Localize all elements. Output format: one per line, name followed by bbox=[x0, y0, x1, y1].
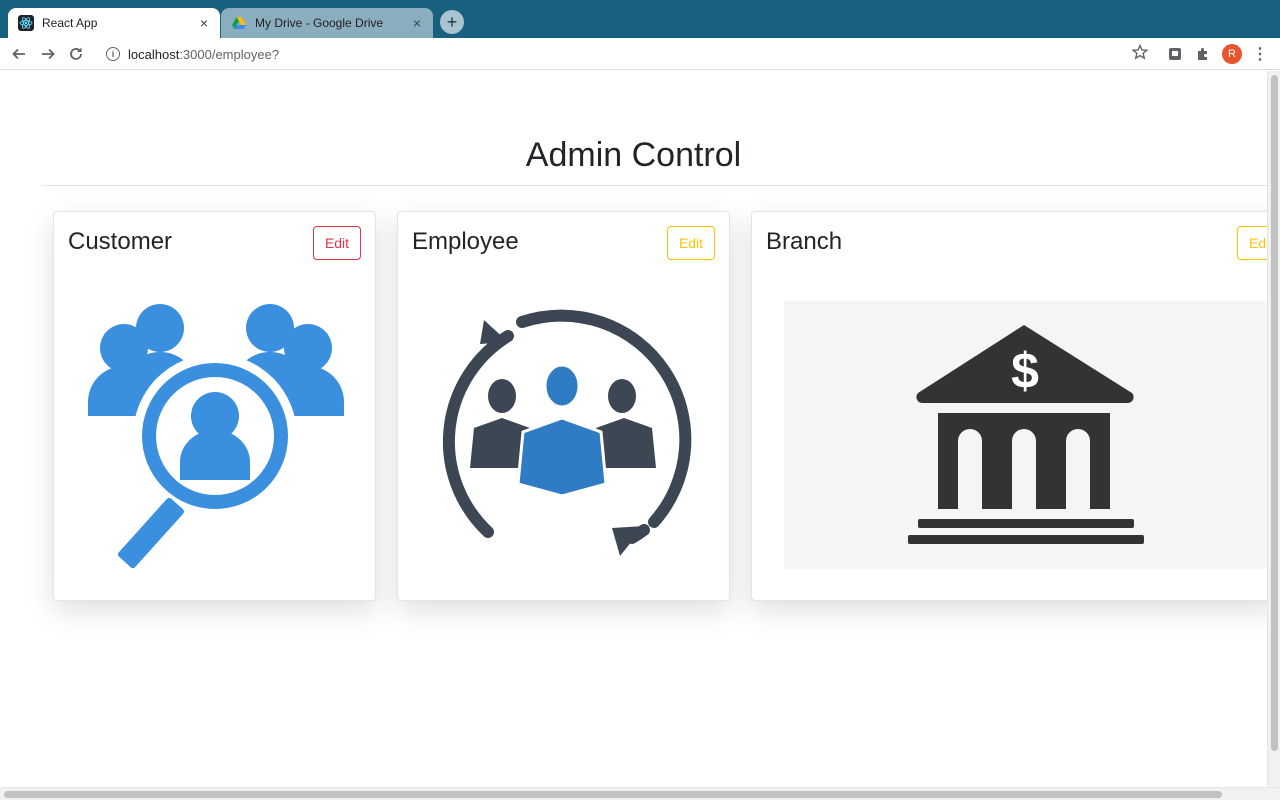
horizontal-scroll-thumb[interactable] bbox=[4, 791, 1222, 798]
extension-box-icon[interactable] bbox=[1166, 45, 1184, 63]
url-host: localhost bbox=[128, 46, 180, 62]
google-drive-icon bbox=[231, 15, 247, 31]
extensions-puzzle-icon[interactable] bbox=[1194, 45, 1212, 63]
tab-title: My Drive - Google Drive bbox=[255, 16, 384, 30]
avatar[interactable]: R bbox=[1222, 44, 1242, 64]
customer-search-icon bbox=[88, 304, 344, 569]
customer-card: Customer Edit bbox=[53, 211, 376, 601]
back-arrow-icon[interactable] bbox=[9, 44, 29, 64]
url-path: :3000/employee? bbox=[179, 46, 280, 62]
close-icon[interactable]: × bbox=[196, 15, 212, 31]
tab-google-drive[interactable]: My Drive - Google Drive × bbox=[221, 8, 433, 38]
forward-arrow-icon[interactable] bbox=[38, 44, 58, 64]
browser-tab-strip: React App × My Drive - Google Drive × + bbox=[0, 0, 1280, 38]
tab-title: React App bbox=[42, 16, 98, 30]
browser-toolbar: i localhost:3000/employee? bbox=[0, 38, 1280, 70]
bookmark-star-icon[interactable] bbox=[1131, 43, 1149, 65]
employee-cycle-icon bbox=[442, 309, 692, 556]
card-title: Branch bbox=[766, 228, 843, 255]
reload-icon[interactable] bbox=[66, 44, 86, 64]
tab-react-app[interactable]: React App × bbox=[8, 8, 220, 38]
new-tab-button[interactable]: + bbox=[440, 10, 464, 34]
address-bar[interactable]: i localhost:3000/employee? bbox=[98, 41, 1156, 67]
bank-icon: $ bbox=[784, 301, 1267, 569]
employee-card: Employee Edit bbox=[397, 211, 730, 601]
react-icon bbox=[18, 15, 34, 31]
vertical-scroll-thumb[interactable] bbox=[1271, 75, 1278, 751]
dollar-sign-icon: $ bbox=[1011, 343, 1039, 399]
card-title: Customer bbox=[68, 228, 173, 255]
page-viewport: Admin Control Customer Edit Employee Edi… bbox=[0, 71, 1267, 787]
url-text: localhost:3000/employee? bbox=[128, 47, 279, 62]
edit-branch-button[interactable]: Edit bbox=[1237, 226, 1267, 260]
vertical-scrollbar[interactable] bbox=[1267, 71, 1280, 787]
title-divider bbox=[42, 185, 1267, 186]
page-title: Admin Control bbox=[525, 136, 742, 174]
horizontal-scrollbar[interactable] bbox=[0, 787, 1280, 800]
card-title: Employee bbox=[412, 228, 519, 255]
more-menu-icon[interactable]: ⋮ bbox=[1252, 44, 1268, 64]
close-icon[interactable]: × bbox=[409, 15, 425, 31]
branch-card: Branch Edit $ bbox=[751, 211, 1267, 601]
edit-employee-button[interactable]: Edit bbox=[667, 226, 715, 260]
info-icon[interactable]: i bbox=[106, 47, 120, 61]
edit-customer-button[interactable]: Edit bbox=[313, 226, 361, 260]
